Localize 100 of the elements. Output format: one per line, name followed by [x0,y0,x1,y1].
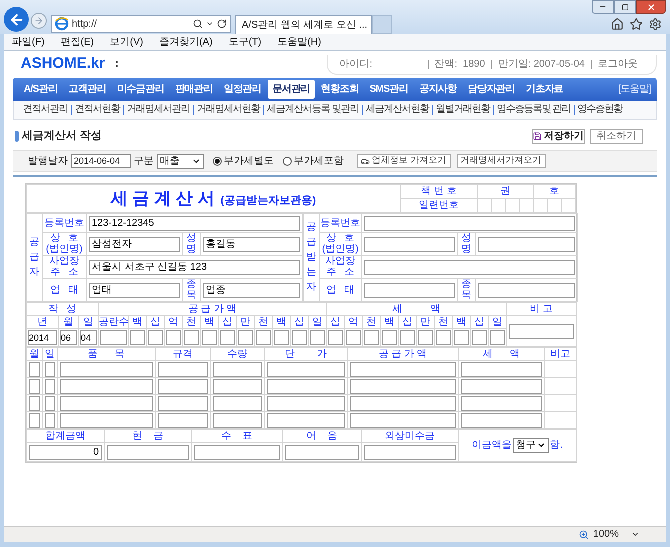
zoom-icon[interactable] [579,530,590,540]
input-field[interactable] [509,324,574,338]
forward-button[interactable] [31,13,47,29]
save-button[interactable]: 저장하기 [532,128,585,144]
input-field[interactable]: 홍길동 [203,236,300,252]
nav-tab[interactable]: A/S관리 [19,80,63,99]
menu-item[interactable]: 파일(F) [12,34,45,50]
input-field[interactable]: 삼성전자 [89,236,180,252]
input-field[interactable] [213,396,262,410]
menu-item[interactable]: 도구(T) [228,34,262,50]
input-field[interactable] [60,378,153,394]
input-field[interactable] [45,412,55,428]
input-field[interactable] [382,330,398,345]
input-field[interactable] [220,330,235,345]
input-field[interactable] [60,412,153,428]
input-field[interactable] [107,444,189,460]
input-field[interactable] [364,216,576,230]
browser-tab[interactable]: A/S관리 웹의 세계로 오신 ... [235,15,372,34]
input-field[interactable] [166,330,181,345]
input-field[interactable] [130,330,145,345]
input-field[interactable] [364,260,576,274]
refresh-icon[interactable] [217,19,227,29]
input-field[interactable] [184,330,199,345]
cancel-button[interactable]: 취소하기 [590,128,643,144]
radio-button[interactable] [283,156,292,166]
input-field[interactable] [478,236,576,252]
input-field[interactable] [364,444,456,460]
nav-tab[interactable]: 공지사항 [414,80,462,99]
sub-nav-item[interactable]: 견적서관리 [20,105,71,115]
input-field[interactable] [364,330,380,345]
input-field[interactable] [29,378,40,394]
site-logo[interactable]: ASHOME.kr [21,53,106,76]
vat-radio-option[interactable]: 부가세별도 [213,154,274,168]
address-bar[interactable]: http:// [51,15,231,33]
input-field[interactable] [267,378,345,394]
nav-tab[interactable]: 현황조회 [316,80,364,99]
input-field[interactable] [267,362,345,376]
home-icon[interactable] [611,18,624,31]
logout-link[interactable]: 로그아웃 [591,60,644,68]
dropdown-icon[interactable] [206,20,214,28]
sub-nav-item[interactable]: 견적서현황 [71,105,123,115]
sub-nav-item[interactable]: 영수증현황 [574,105,626,115]
input-field[interactable] [274,330,289,345]
zoom-level[interactable]: 100% [593,527,619,542]
input-field[interactable] [267,396,345,410]
close-window-button[interactable] [636,0,666,14]
sub-nav-item[interactable]: 세금계산서등록 및관리 [263,105,362,115]
nav-tab[interactable]: 미수금관리 [112,80,170,99]
input-field[interactable] [490,330,506,345]
maximize-button[interactable] [614,0,636,14]
back-button[interactable] [4,7,29,32]
menu-item[interactable]: 도움말(H) [278,34,322,50]
nav-tab[interactable]: 일정관리 [218,80,267,99]
input-field[interactable] [461,362,542,376]
input-field[interactable] [158,378,208,394]
input-field[interactable] [45,362,55,376]
input-field[interactable]: 0 [29,444,102,460]
sub-nav-item[interactable]: 영수증등록및 관리 [492,105,574,115]
input-field[interactable] [461,378,542,394]
input-field[interactable] [346,330,362,345]
input-field[interactable]: 123-12-12345 [89,216,300,230]
input-field[interactable] [454,330,470,345]
input-field[interactable] [461,396,542,410]
input-field[interactable] [194,444,280,460]
input-field[interactable] [213,378,262,394]
input-field[interactable] [461,412,542,428]
input-field[interactable] [310,330,326,345]
date-field[interactable]: 2014-06-04 [71,154,131,168]
type-select[interactable]: 매출 [157,154,204,168]
sub-nav-item[interactable]: 월별거래현황 [432,105,493,115]
favorites-icon[interactable] [630,18,643,31]
input-field[interactable] [213,362,262,376]
input-field[interactable]: 업종 [203,282,300,298]
input-field[interactable] [285,444,359,460]
input-field[interactable] [158,362,208,376]
nav-tab[interactable]: 담당자관리 [463,80,520,99]
input-field[interactable] [400,330,416,345]
nav-tab[interactable]: 문서관리 [268,80,316,99]
input-field[interactable] [29,412,40,428]
fetch-company-button[interactable]: 업체정보 가져오기 [357,154,451,168]
fetch-statement-button[interactable]: 거래명세서가져오기 [456,154,546,168]
input-field[interactable] [350,396,456,410]
input-field[interactable] [436,330,452,345]
input-field[interactable] [350,412,456,428]
input-field[interactable] [100,330,127,345]
input-field[interactable] [350,378,456,394]
settings-icon[interactable] [649,18,662,31]
input-field[interactable] [60,396,153,410]
input-field[interactable] [350,362,456,376]
sub-nav-item[interactable]: 거래명세서관리 [123,105,193,115]
input-field[interactable]: 04 [80,330,97,345]
input-field[interactable] [364,236,456,252]
input-field[interactable] [158,396,208,410]
input-field[interactable] [418,330,434,345]
menu-item[interactable]: 즐겨찾기(A) [159,34,213,50]
nav-tab[interactable]: 기초자료 [521,80,569,99]
input-field[interactable] [213,412,262,428]
sub-nav-item[interactable]: 거래명세서현황 [193,105,263,115]
input-field[interactable] [45,396,55,410]
input-field[interactable]: 서울시 서초구 신길동 123 [89,260,300,274]
